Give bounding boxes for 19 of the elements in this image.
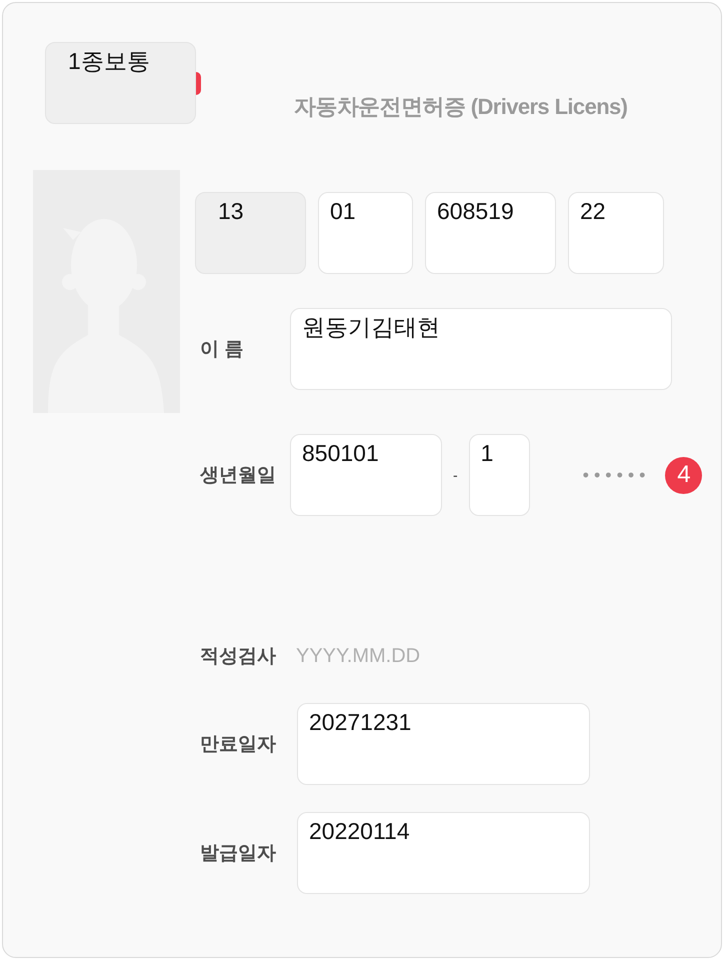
issue-date-field[interactable]: 20220114: [297, 812, 590, 894]
birth-date-field[interactable]: 850101: [290, 434, 442, 516]
separator-dash: -: [453, 467, 458, 483]
expiry-date-field[interactable]: 20271231: [297, 703, 590, 785]
badge-icon: [196, 72, 201, 95]
license-number-field[interactable]: 01: [318, 192, 413, 274]
name-field[interactable]: 원동기김태현: [290, 308, 672, 390]
date-field[interactable]: YYYY.MM.DD: [296, 642, 426, 670]
card-title: 자동차운전면허증 (Drivers Licens): [294, 93, 628, 121]
expiry-date-label: 만료일자: [200, 733, 276, 757]
gender-digit-field[interactable]: 1: [468, 434, 530, 516]
name-label: 이 름: [200, 338, 244, 362]
license-number-field[interactable]: 608519: [425, 192, 556, 274]
birth-date-label: 생년월일: [200, 464, 276, 488]
number-badge: 4: [665, 456, 702, 494]
masked-digits: ••••••: [582, 464, 650, 486]
aptitude-test-label: 적성검사: [200, 645, 276, 669]
issue-date-label: 발급일자: [200, 842, 276, 866]
license-number-field[interactable]: 22: [568, 192, 664, 274]
